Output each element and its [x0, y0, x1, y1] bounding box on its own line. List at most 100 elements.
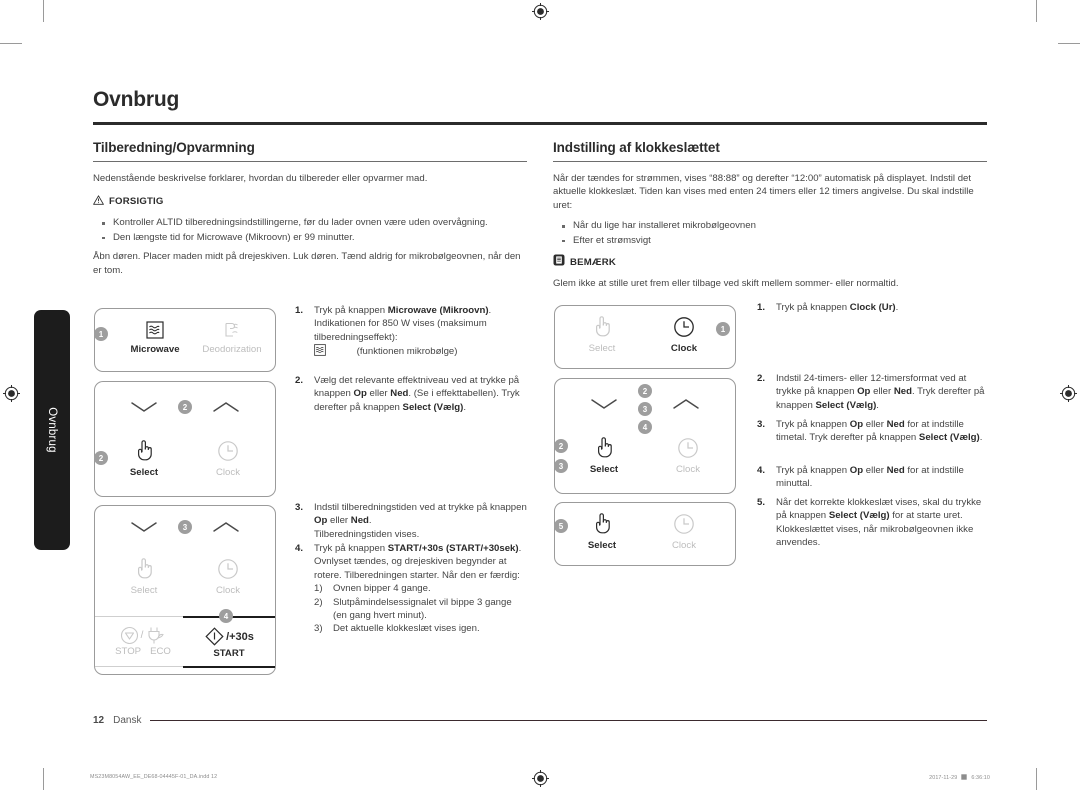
substep-item: 3) Det aktuelle klokkeslæt vises igen. [314, 622, 527, 635]
substep-list: 1) Ovnen bipper 4 gange. 2) Slutpåmindelse… [314, 582, 527, 636]
list-item: Efter et strømsvigt [553, 234, 987, 247]
step-text: Tryk på knappen Op eller Ned for at inds… [776, 464, 989, 491]
microwave-icon [146, 321, 164, 343]
key-select[interactable]: Select [115, 440, 173, 478]
step-text-b: . [895, 302, 899, 313]
step-text-bold-b: Ned [886, 465, 905, 476]
print-time: 6:36:10 [971, 775, 990, 781]
control-panel-microwave: 1 Microwave Deodorization [94, 308, 276, 372]
step-text: Vælg det relevante effektniveau ved at t… [314, 374, 527, 414]
start-icon [205, 627, 224, 646]
key-stop-eco[interactable]: / STOP ECO [103, 626, 183, 657]
key-start[interactable]: /+30s START [187, 626, 271, 659]
right-column: Indstilling af klokkeslættet Når der tæn… [553, 140, 987, 297]
clock-condition-list: Når du lige har installeret mikrobølgeov… [553, 219, 987, 247]
registration-mark-top [532, 3, 549, 20]
step-badge-1: 1 [94, 327, 108, 341]
step-text-a: Tryk på knappen [314, 543, 388, 554]
control-panel-clock-right: 1 Select Clock [554, 305, 736, 369]
chevron-up-icon [213, 522, 239, 532]
step-text: Når det korrekte klokkeslæt vises, skal … [776, 496, 989, 550]
key-microwave[interactable]: Microwave [113, 321, 197, 355]
step-item: 1. Tryk på knappen Clock (Ur). [757, 301, 989, 314]
step-text-bold-b: Ned [886, 419, 905, 430]
step-text-bold-a: Op [849, 465, 864, 476]
eco-plug-icon [148, 627, 165, 644]
step-text: Indstil tilberedningstiden ved at trykke… [314, 501, 527, 541]
step-item: 4. Tryk på knappen Op eller Ned for at i… [757, 464, 989, 491]
page-language: Dansk [113, 715, 142, 726]
print-date: 2017-11-29 [929, 775, 958, 781]
crop-mark-left-top [0, 43, 22, 44]
left-column: Tilberedning/Opvarmning Nedenstående bes… [93, 140, 527, 284]
step-text-c: . [368, 515, 372, 527]
key-clock[interactable]: Clock [659, 437, 717, 475]
clock-icon [678, 438, 698, 458]
footer-rule [150, 719, 987, 722]
step-text-a: Tryk på knappen [314, 305, 388, 316]
step-item: 5. Når det korrekte klokkeslæt vises, sk… [757, 496, 989, 550]
left-after-caution-text: Åbn døren. Placer maden midt på drejeski… [93, 251, 521, 276]
caution-notice: FORSIGTIG [93, 192, 527, 210]
key-up-arrow[interactable] [199, 400, 253, 419]
key-select[interactable]: Select [573, 513, 631, 551]
step-item: 3. Indstil tilberedningstiden ved at try… [295, 501, 527, 541]
control-panel-select-final: 5 Select Clock [554, 502, 736, 566]
key-clock[interactable]: Clock [199, 440, 257, 478]
substep-text: Slutpåmindelsessignalet vil bippe 3 gang… [333, 596, 512, 622]
step-text-a: Tryk på knappen [776, 465, 850, 476]
step-number: 4. [757, 465, 766, 476]
key-start-plus30-label: /+30s [226, 630, 254, 643]
crop-mark-bottom-right [1036, 768, 1037, 790]
key-clock[interactable]: Clock [655, 316, 713, 354]
key-down-arrow[interactable] [117, 520, 171, 539]
step-text-b: . [518, 543, 522, 554]
crop-mark-top-right [1036, 0, 1037, 22]
step-text: Tryk på knappen Clock (Ur). [776, 301, 989, 314]
key-up-arrow[interactable] [659, 397, 713, 416]
hand-press-icon [138, 440, 152, 461]
step-text-bold-c: Select (Vælg) [815, 399, 877, 411]
page-number: 12 [93, 715, 105, 726]
step-text-bold-a: Op [849, 419, 864, 430]
right-section-rule [553, 161, 987, 162]
key-clock-label: Clock [216, 585, 240, 596]
control-panel-start-left: 3 Select Clock 4 / STOP ECO /+30s START [94, 505, 276, 675]
key-select[interactable]: Select [575, 437, 633, 475]
print-file-info: MS23M8054AW_EE_DE68-04445F-01_DA.indd 12 [90, 774, 218, 780]
microwave-function-icon [314, 344, 326, 360]
key-up-arrow[interactable] [199, 520, 253, 539]
step-text-b: eller [863, 465, 887, 476]
step-text-b: for at starte uret. [889, 510, 963, 522]
hand-press-icon [596, 513, 610, 534]
key-clock[interactable]: Clock [655, 513, 713, 551]
step-badge-2-left: 2 [554, 439, 568, 453]
step-text-c: Klokkeslættet vises, når mikrobølgeovnen… [776, 523, 974, 549]
key-down-arrow[interactable] [577, 397, 631, 416]
crop-mark-top-left [43, 0, 44, 22]
clock-icon [218, 441, 238, 461]
clock-icon [674, 514, 694, 534]
key-select-label: Select [589, 464, 619, 475]
step-number: 3. [757, 419, 766, 430]
step-badge-3-center: 3 [638, 402, 652, 416]
caution-list: Kontroller ALTID tilberedningsindstillin… [93, 216, 527, 244]
panel-divider-bottom-left [95, 666, 183, 667]
step-number: 3. [295, 502, 304, 513]
key-select-label: Select [130, 585, 158, 596]
substep-number: 1) [314, 583, 323, 595]
key-select-label: Select [129, 467, 159, 478]
key-down-arrow[interactable] [117, 400, 171, 419]
step-number: 1. [295, 305, 304, 316]
step-item: 2. Vælg det relevante effektniveau ved a… [295, 374, 527, 414]
key-select[interactable]: Select [573, 316, 631, 354]
note-document-icon [553, 253, 565, 271]
panel-divider-left [95, 616, 183, 617]
key-select[interactable]: Select [115, 558, 173, 596]
key-clock[interactable]: Clock [199, 558, 257, 596]
step-text-d: . [876, 399, 879, 411]
hand-press-icon [596, 316, 610, 337]
key-deodorization[interactable]: Deodorization [193, 321, 271, 355]
hand-press-icon [598, 437, 612, 458]
deodorization-icon [223, 322, 241, 343]
